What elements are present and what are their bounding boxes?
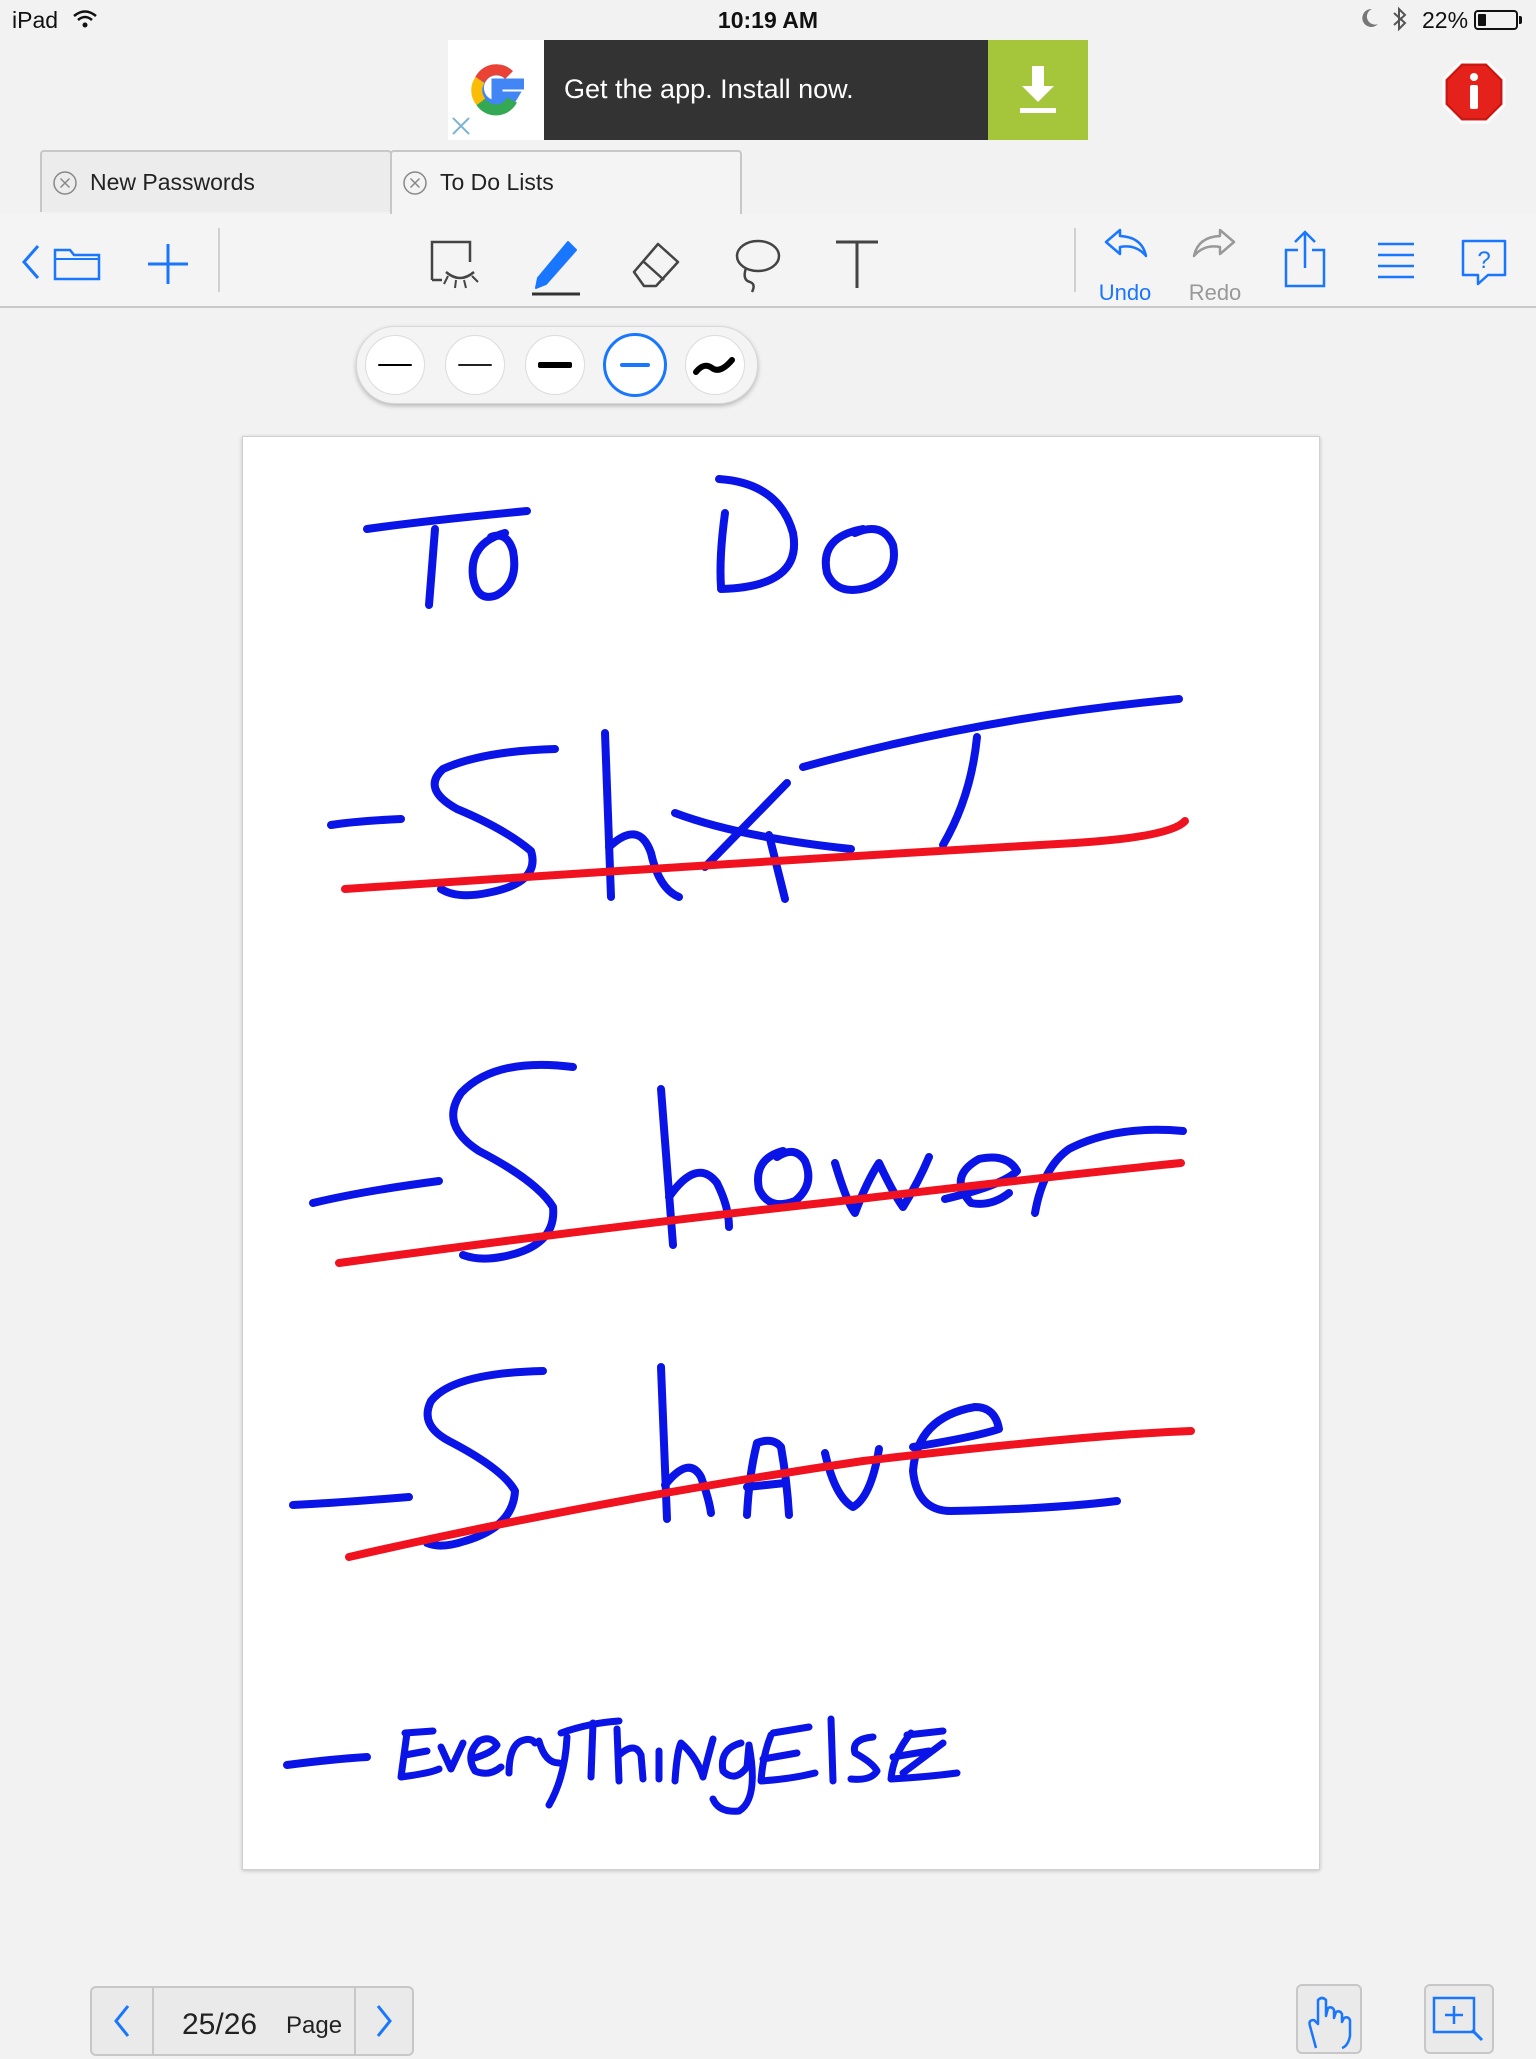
- ink-stroke: [715, 475, 799, 593]
- ink-stroke: [831, 1153, 933, 1217]
- add-page-button[interactable]: [1424, 1984, 1494, 2054]
- pen-option-blue-selected[interactable]: [603, 333, 667, 397]
- ink-stroke: [709, 1739, 756, 1815]
- info-alert-icon[interactable]: [1442, 60, 1506, 124]
- ink-stroke: [754, 1147, 813, 1208]
- ink-stroke: [363, 507, 531, 533]
- ad-download-button[interactable]: [988, 40, 1088, 140]
- ink-stroke: [449, 1060, 577, 1263]
- ink-stroke-strike: [341, 817, 1189, 893]
- text-tool-icon[interactable]: [832, 236, 882, 292]
- ink-stroke: [939, 733, 981, 849]
- prev-page-button[interactable]: [92, 1988, 154, 2054]
- ink-stroke: [289, 1493, 413, 1509]
- undo-button[interactable]: Undo: [1090, 224, 1160, 305]
- back-chevron-icon[interactable]: [18, 242, 44, 282]
- battery-percent: 22%: [1422, 7, 1469, 33]
- ink-stroke: [613, 1725, 647, 1785]
- ink-stroke: [557, 1717, 623, 1781]
- ink-stroke: [283, 1753, 371, 1769]
- redo-icon: [1192, 228, 1236, 258]
- status-time: 10:19 AM: [717, 7, 819, 33]
- ink-stroke: [309, 1177, 443, 1207]
- undo-icon: [1104, 228, 1148, 258]
- menu-icon[interactable]: [1376, 240, 1416, 282]
- ink-stroke: [887, 1727, 961, 1783]
- ad-close-button[interactable]: [448, 112, 474, 140]
- next-page-button[interactable]: [354, 1988, 416, 2054]
- pen-option-thin[interactable]: [365, 335, 425, 395]
- ink-stroke: [467, 1735, 505, 1777]
- battery-icon: [1474, 10, 1518, 30]
- ink-stroke: [716, 509, 729, 591]
- pen-tool-icon[interactable]: [528, 232, 584, 298]
- pen-palette: [356, 326, 758, 404]
- ink-stroke: [397, 1727, 443, 1781]
- ad-banner[interactable]: Get the app. Install now.: [448, 40, 1088, 140]
- ink-stroke: [757, 1723, 819, 1785]
- moon-icon: [1362, 8, 1378, 27]
- redo-label: Redo: [1188, 280, 1242, 305]
- ink-stroke: [827, 1715, 837, 1785]
- ink-stroke: [505, 1735, 539, 1777]
- tab-close-icon[interactable]: [52, 170, 78, 196]
- ink-stroke: [535, 1733, 571, 1809]
- pen-option-medium[interactable]: [445, 335, 505, 395]
- page-number[interactable]: 25/26: [182, 2008, 257, 2042]
- download-icon: [1020, 66, 1056, 113]
- ink-stroke: [327, 815, 405, 829]
- pen-option-thick[interactable]: [525, 335, 585, 395]
- battery-level: [1478, 14, 1486, 26]
- document-tabs: New Passwords To Do Lists: [0, 148, 1536, 216]
- chevron-left-icon: [114, 2005, 130, 2037]
- tab-new-passwords[interactable]: New Passwords: [40, 150, 392, 212]
- status-bar: iPad 10:19 AM 22%: [0, 0, 1536, 40]
- hand-pointer-icon: [1308, 1996, 1352, 2050]
- ad-close-icon: [452, 117, 470, 135]
- handwriting-canvas[interactable]: [243, 437, 1319, 1869]
- calligraphy-stroke-icon: [693, 357, 735, 375]
- lasso-tool-icon[interactable]: [732, 236, 784, 294]
- tab-label: New Passwords: [90, 169, 255, 195]
- page-label: Page: [286, 2012, 343, 2039]
- redo-button[interactable]: Redo: [1180, 224, 1250, 305]
- toolbar-divider: [1074, 228, 1076, 292]
- select-tool-icon[interactable]: [426, 236, 482, 292]
- add-icon[interactable]: [144, 240, 192, 288]
- ad-text[interactable]: Get the app. Install now.: [564, 74, 854, 105]
- ink-stroke: [437, 1739, 467, 1773]
- ink-stroke: [671, 809, 855, 853]
- folder-icon[interactable]: [52, 242, 102, 282]
- battery-tip: [1519, 16, 1522, 24]
- toolbar-divider: [218, 228, 220, 292]
- bluetooth-icon: [1393, 6, 1407, 32]
- ink-stroke: [468, 529, 519, 601]
- ink-stroke: [671, 1735, 717, 1785]
- hand-tool-button[interactable]: [1296, 1984, 1362, 2054]
- help-icon[interactable]: ?: [1460, 238, 1508, 286]
- zoom-add-icon: [1432, 1996, 1484, 2042]
- undo-label: Undo: [1098, 280, 1152, 305]
- eraser-tool-icon[interactable]: [628, 236, 684, 292]
- page-navigator: 25/26 Page: [90, 1986, 414, 2056]
- ink-stroke: [799, 695, 1183, 771]
- svg-text:?: ?: [1477, 247, 1490, 274]
- tab-close-icon[interactable]: [402, 170, 428, 196]
- tab-to-do-lists[interactable]: To Do Lists: [390, 150, 742, 216]
- ink-stroke: [765, 831, 789, 903]
- ink-stroke: [425, 525, 439, 609]
- chevron-right-icon: [376, 2005, 392, 2037]
- ink-stroke: [909, 1403, 1121, 1515]
- ink-stroke: [821, 525, 898, 594]
- tab-label: To Do Lists: [440, 169, 554, 195]
- ink-stroke: [847, 1733, 881, 1783]
- note-page[interactable]: [242, 436, 1320, 1870]
- share-icon[interactable]: [1282, 228, 1328, 290]
- toolbar: Undo Redo ?: [0, 214, 1536, 308]
- pen-option-calligraphy[interactable]: [685, 335, 745, 395]
